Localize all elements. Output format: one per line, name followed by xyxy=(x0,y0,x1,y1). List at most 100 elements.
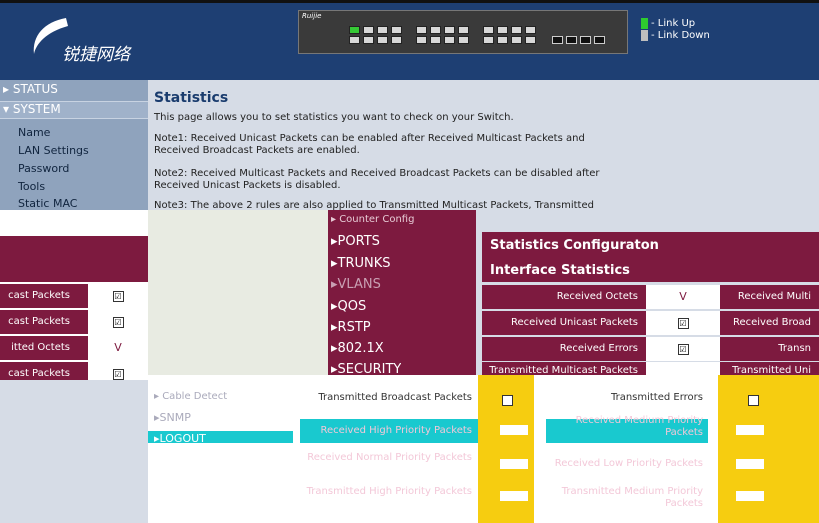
table-row: cast Packets ☑ xyxy=(0,310,148,334)
left-header-bar-2 xyxy=(0,260,148,282)
menu-status[interactable]: ▸ STATUS xyxy=(0,82,148,100)
switch-port xyxy=(458,26,469,34)
note-1: Note1: Received Unicast Packets can be e… xyxy=(154,133,585,156)
bottom-stat-label: Transmitted High Priority Packets xyxy=(306,486,472,497)
left-overlay-panel: cast Packets ☑ cast Packets ☑ itted Octe… xyxy=(0,210,148,380)
menu-item-snmp[interactable]: ▸SNMP xyxy=(154,411,191,424)
menu-system-label: SYSTEM xyxy=(12,102,61,116)
menu-item-label: VLANS xyxy=(337,277,381,292)
stat-label: Transn xyxy=(720,337,819,361)
menu-item-label: TRUNKS xyxy=(337,256,391,271)
menu-status-label: STATUS xyxy=(12,82,58,96)
stat-value[interactable] xyxy=(646,362,720,375)
switch-port xyxy=(349,26,360,34)
stat-label: Received Broad xyxy=(720,311,819,335)
link-up-swatch xyxy=(641,18,648,29)
yellow-column xyxy=(718,375,819,523)
stat-label: Transmitted Multicast Packets xyxy=(482,362,646,375)
checkbox[interactable]: ☑ xyxy=(112,316,124,328)
checkbox[interactable]: ☑ xyxy=(677,317,689,329)
switch-port xyxy=(416,26,427,34)
note-2: Note2: Received Multicast Packets and Re… xyxy=(154,168,600,191)
page-title: Statistics xyxy=(154,90,229,106)
menu-item-qos[interactable]: ▸QOS xyxy=(331,299,366,314)
checkbox-placeholder[interactable] xyxy=(500,425,528,435)
switch-port xyxy=(430,36,441,44)
switch-port xyxy=(497,26,508,34)
switch-port xyxy=(363,36,374,44)
bottom-stat-label: Received Normal Priority Packets xyxy=(307,452,472,463)
stat-value[interactable]: ☑ xyxy=(88,284,148,308)
stat-value: V xyxy=(88,336,148,360)
checkbox-placeholder[interactable] xyxy=(500,459,528,469)
checkbox-placeholder[interactable] xyxy=(736,491,764,501)
switch-port xyxy=(430,26,441,34)
blank-overlay-region xyxy=(148,210,328,380)
menu-item-cable-detect[interactable]: ▸ Cable Detect xyxy=(154,391,227,402)
checkbox[interactable]: ☑ xyxy=(112,290,124,302)
switch-port xyxy=(525,36,536,44)
menu-item-label: Cable Detect xyxy=(162,391,228,402)
sidebar-item-tools[interactable]: Tools xyxy=(18,180,45,193)
menu-item-rstp[interactable]: ▸RSTP xyxy=(331,320,371,335)
switch-port xyxy=(483,36,494,44)
checkbox-placeholder[interactable] xyxy=(500,491,528,501)
note-3: Note3: The above 2 rules are also applie… xyxy=(154,200,594,210)
checkbox-placeholder[interactable] xyxy=(736,425,764,435)
sidebar-item-static-mac[interactable]: Static MAC xyxy=(18,197,77,210)
switch-port xyxy=(416,36,427,44)
menu-item-label: 802.1X xyxy=(337,341,384,356)
switch-port xyxy=(377,36,388,44)
switch-port xyxy=(497,36,508,44)
menu-item-label: PORTS xyxy=(337,234,380,249)
bottom-overlay: ▸ Cable Detect ▸SNMP ▸LOGOUT Transmitted… xyxy=(148,375,819,523)
checkbox-placeholder[interactable] xyxy=(736,459,764,469)
stat-value: V xyxy=(646,285,720,309)
sfp-port xyxy=(566,36,577,44)
checkbox-box[interactable] xyxy=(502,394,513,406)
menu-system[interactable]: ▾ SYSTEM xyxy=(0,101,148,119)
menu-item-vlans[interactable]: ▸VLANS xyxy=(331,277,381,292)
link-up-label: - Link Up xyxy=(651,18,696,29)
stat-value[interactable]: ☑ xyxy=(88,362,148,380)
stat-value[interactable]: ☑ xyxy=(646,311,720,335)
menu-item-trunks[interactable]: ▸TRUNKS xyxy=(331,256,391,271)
switch-port xyxy=(483,26,494,34)
switch-port xyxy=(444,26,455,34)
menu-item-label: QOS xyxy=(337,299,367,314)
link-down-label: - Link Down xyxy=(651,30,710,41)
menu-item-ports[interactable]: ▸PORTS xyxy=(331,234,380,249)
stat-label: cast Packets xyxy=(0,284,88,308)
menu-item-8021x[interactable]: ▸802.1X xyxy=(331,341,384,356)
bottom-stat-label: Received Medium Priority Packets xyxy=(575,415,703,438)
checkbox[interactable]: ☑ xyxy=(677,343,689,355)
switch-port xyxy=(391,26,402,34)
sidebar: ▸ STATUS ▾ SYSTEM Name LAN Settings Pass… xyxy=(0,80,148,210)
checkbox[interactable] xyxy=(748,393,759,406)
stat-label: cast Packets xyxy=(0,310,88,334)
switch-port xyxy=(363,26,374,34)
menu-item-security[interactable]: ▸SECURITY xyxy=(331,362,401,375)
logo-text: 锐捷网络 xyxy=(62,45,130,65)
interface-stats-heading: Interface Statistics xyxy=(490,263,630,278)
stat-value[interactable]: ☑ xyxy=(646,337,720,361)
checkbox-box[interactable] xyxy=(748,394,759,406)
menu-item-logout[interactable]: ▸LOGOUT xyxy=(154,432,206,445)
header-top-line xyxy=(0,0,819,3)
sidebar-item-password[interactable]: Password xyxy=(18,162,69,175)
menu-item-label: SNMP xyxy=(159,411,191,424)
switch-brand-label: Ruijie xyxy=(302,12,322,20)
sidebar-item-lan-settings[interactable]: LAN Settings xyxy=(18,144,89,157)
menu-item-counter-config[interactable]: ▸ Counter Config xyxy=(331,214,414,225)
stat-label: Received Unicast Packets xyxy=(482,311,646,335)
stat-value[interactable]: ☑ xyxy=(88,310,148,334)
bottom-stat-label: Received Low Priority Packets xyxy=(554,458,703,469)
checkbox[interactable] xyxy=(502,393,513,406)
switch-port xyxy=(525,26,536,34)
switch-port xyxy=(349,36,360,44)
checkbox[interactable]: ☑ xyxy=(112,368,124,380)
switch-port xyxy=(377,26,388,34)
table-row: itted Octets V xyxy=(0,336,148,360)
config-heading: Statistics Configuraton xyxy=(490,238,659,253)
sidebar-item-name[interactable]: Name xyxy=(18,126,50,139)
